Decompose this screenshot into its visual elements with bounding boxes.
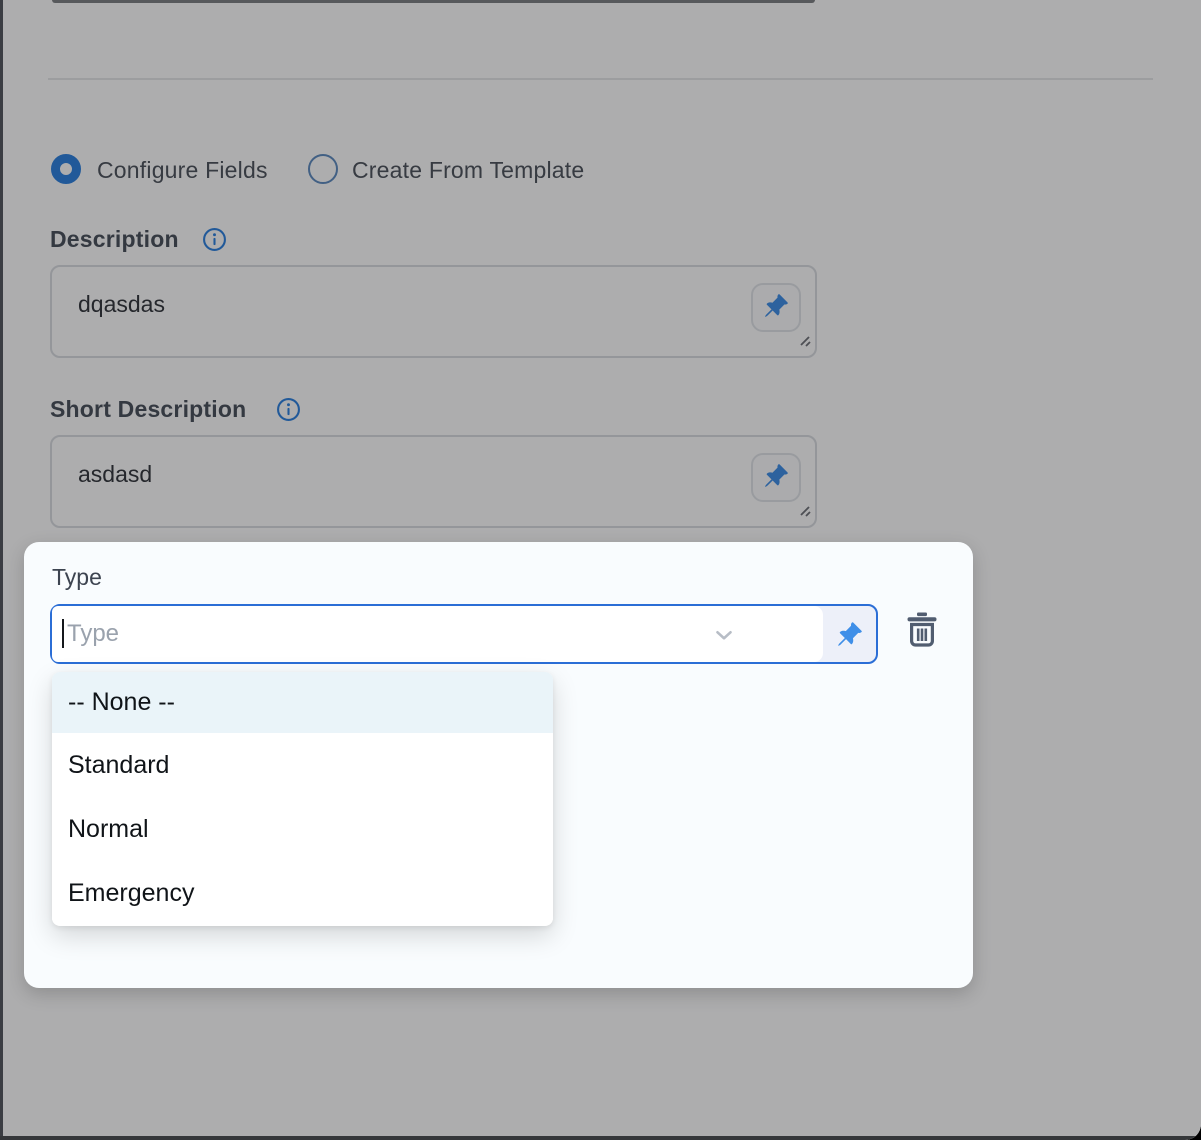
text-caret: [62, 619, 64, 648]
type-options-listbox: -- None -- Standard Normal Emergency: [52, 672, 553, 926]
trash-icon: [907, 612, 937, 650]
type-input-placeholder: Type: [67, 606, 119, 661]
type-combobox[interactable]: Type: [50, 604, 878, 664]
option-normal[interactable]: Normal: [52, 797, 553, 861]
delete-field-button[interactable]: [904, 612, 940, 650]
option-emergency[interactable]: Emergency: [52, 861, 553, 925]
option-standard[interactable]: Standard: [52, 733, 553, 797]
option-none[interactable]: -- None --: [52, 672, 553, 733]
type-field-spotlight-card: Type Type: [24, 542, 973, 988]
app-window: Configure Fields Create From Template De…: [0, 0, 1201, 1140]
type-input-field[interactable]: Type: [52, 606, 823, 662]
pushpin-icon[interactable]: [836, 621, 863, 653]
type-label: Type: [52, 564, 102, 591]
chevron-down-icon[interactable]: [711, 622, 737, 653]
